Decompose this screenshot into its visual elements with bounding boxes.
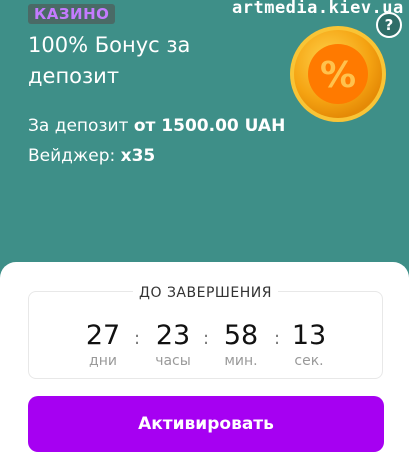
wager-prefix: Вейджер: [28,146,121,166]
timer-separator: : [134,328,141,349]
bonus-panel: ДО ЗАВЕРШЕНИЯ 27 дни : 23 часы : 58 мин.… [0,262,409,459]
activate-button[interactable]: Активировать [28,396,384,452]
timer-seconds-value: 13 [291,320,327,351]
timer-hours-label: часы [155,353,191,369]
countdown-timer: ДО ЗАВЕРШЕНИЯ 27 дни : 23 часы : 58 мин.… [28,285,383,379]
timer-seconds: 13 сек. [279,320,339,370]
timer-label: ДО ЗАВЕРШЕНИЯ [133,285,278,301]
watermark: artmedia.kiev.ua [232,0,404,18]
timer-days: 27 дни [73,320,133,370]
deposit-line: За депозит от 1500.00 UAH [28,116,285,136]
category-badge: КАЗИНО [28,4,116,24]
timer-minutes: 58 мин. [211,320,271,370]
timer-days-label: дни [89,353,117,369]
timer-minutes-value: 58 [223,320,259,351]
deposit-prefix: За депозит [28,116,134,136]
deposit-value: от 1500.00 UAH [133,116,286,136]
timer-minutes-label: мин. [224,353,258,369]
coin-symbol: % [320,55,356,96]
timer-seconds-label: сек. [294,353,324,369]
timer-hours-value: 23 [155,320,191,351]
percent-coin-icon: % [290,26,386,122]
promo-title: 100% Бонус за депозит [28,33,191,88]
timer-days-value: 27 [85,320,121,351]
timer-hours: 23 часы [143,320,203,370]
wager-line: Вейджер: x35 [28,146,155,166]
timer-separator: : [203,328,210,349]
wager-value: x35 [120,146,156,166]
